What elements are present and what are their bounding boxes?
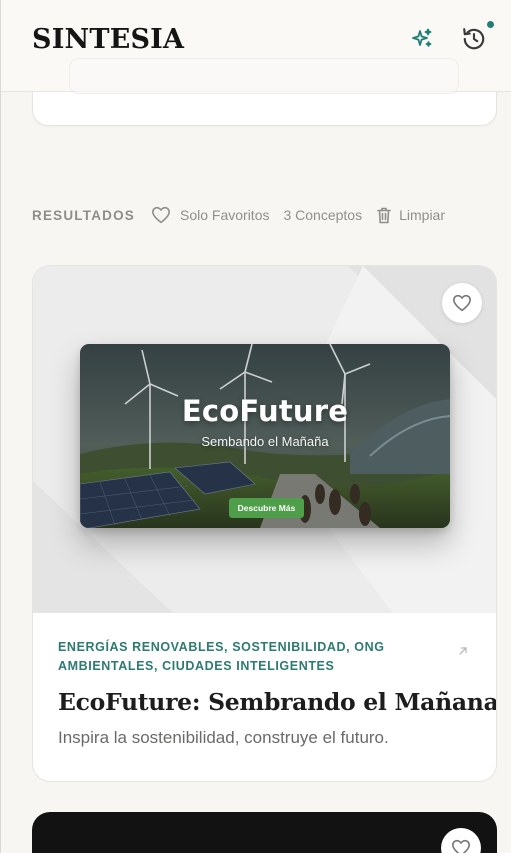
external-link-icon[interactable] [458,643,468,661]
generate-button[interactable] [407,26,437,56]
history-button[interactable] [459,26,489,56]
card-body: ENERGÍAS RENOVABLES, SOSTENIBILIDAD, ONG… [58,638,497,748]
history-icon [461,26,487,57]
favorites-filter-label: Solo Favoritos [180,207,270,223]
search-input-faded [69,58,459,94]
heart-icon [452,839,470,853]
favorites-filter-toggle[interactable]: Solo Favoritos [151,206,269,224]
results-toolbar: RESULTADOS Solo Favoritos 3 Conceptos Li… [32,203,445,227]
favorite-button[interactable] [442,283,482,323]
heart-icon [453,294,471,312]
concept-card[interactable] [32,812,497,853]
results-heading: RESULTADOS [32,207,135,223]
thumbnail-title: EcoFuture [181,394,349,428]
thumbnail-cta-button: Descubre Más [229,498,304,518]
concept-description: Inspira la sostenibilidad, construye el … [58,728,389,747]
sparkle-icon [410,27,434,56]
concept-card[interactable]: EcoFuture Sembando el Mañaña Descubre Má… [32,265,497,782]
thumbnail-subtitle: Sembando el Mañaña [201,434,329,449]
trash-icon [377,207,391,223]
clear-results-button[interactable]: Limpiar [377,207,445,224]
clear-results-label: Limpiar [399,207,445,223]
app-logo[interactable]: SINTESIA [32,24,184,55]
concept-preview-area: EcoFuture Sembando el Mañaña Descubre Má… [33,266,496,613]
favorite-button[interactable] [441,828,481,853]
app-header: SINTESIA [1,0,511,94]
concept-thumbnail[interactable]: EcoFuture Sembando el Mañaña Descubre Má… [80,344,450,528]
notification-dot [487,21,494,28]
concept-title: EcoFuture: Sembrando el Mañana [58,688,497,716]
results-count: 3 Conceptos [283,207,363,223]
concept-tags: ENERGÍAS RENOVABLES, SOSTENIBILIDAD, ONG… [58,640,385,673]
heart-icon [152,206,170,224]
